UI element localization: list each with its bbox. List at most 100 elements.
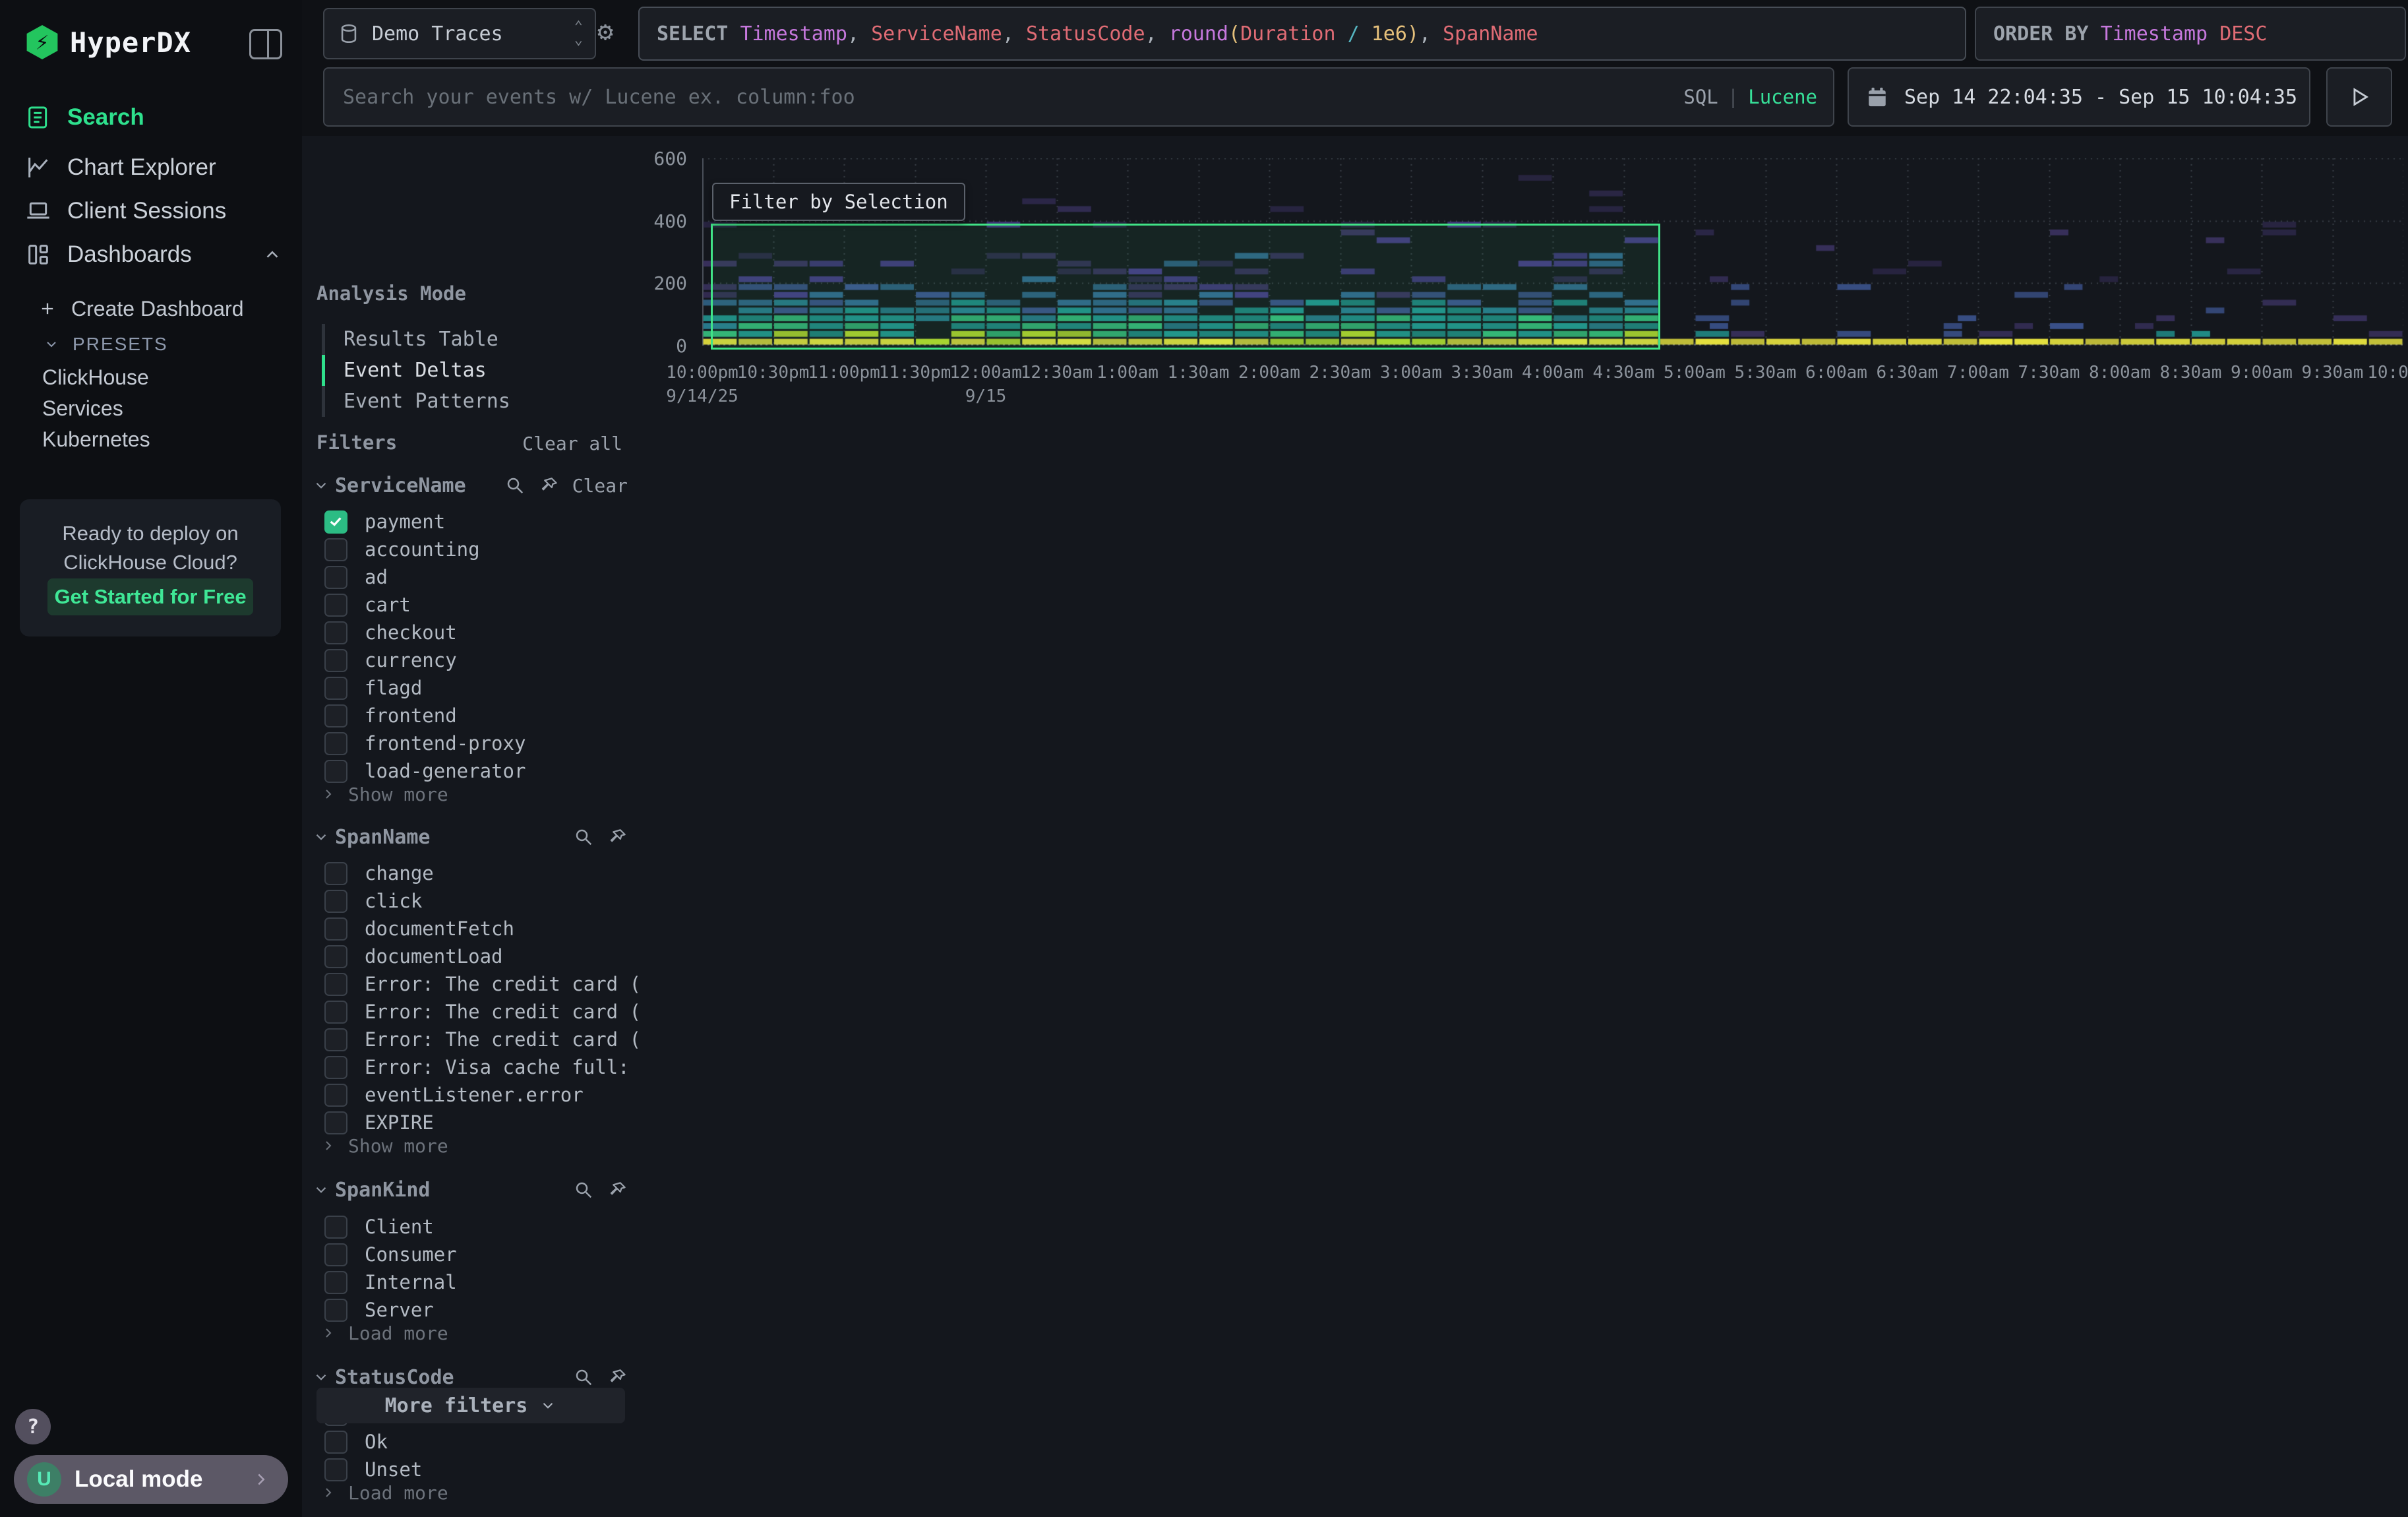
x-axis-tick-label: 4:00am (1522, 363, 1584, 383)
filter-item-error-the-credit-card-[interactable]: Error: The credit card (… (324, 998, 615, 1026)
checkbox-unchecked[interactable] (324, 917, 347, 941)
sql-select-editor[interactable]: SELECT Timestamp, ServiceName, StatusCod… (638, 7, 1966, 61)
clear-all-button[interactable]: Clear all (522, 433, 622, 454)
checkbox-unchecked[interactable] (324, 621, 347, 644)
filter-item-change[interactable]: change (324, 859, 615, 887)
show-more-link[interactable]: Show more (320, 1132, 518, 1159)
source-select-value: Demo Traces (372, 22, 503, 46)
help-button[interactable]: ? (15, 1409, 51, 1444)
filter-item-checkout[interactable]: checkout (324, 619, 615, 646)
chevron-up-icon[interactable] (262, 245, 282, 264)
filter-item-currency[interactable]: currency (324, 646, 615, 674)
user-mode-button[interactable]: U Local mode (14, 1455, 288, 1504)
checkbox-unchecked[interactable] (324, 1271, 347, 1294)
sql-toggle[interactable]: SQL (1683, 86, 1718, 108)
analysis-mode-option-event-deltas[interactable]: Event Deltas (322, 355, 612, 386)
filter-item-frontend-proxy[interactable]: frontend-proxy (324, 729, 615, 757)
checkbox-unchecked[interactable] (324, 649, 347, 672)
pin-icon[interactable] (539, 476, 559, 495)
filter-section-header-SpanKind[interactable]: SpanKind (313, 1175, 628, 1204)
filter-item-eventlistener-error[interactable]: eventListener.error (324, 1081, 615, 1109)
filter-item-documentfetch[interactable]: documentFetch (324, 915, 615, 943)
filter-item-click[interactable]: click (324, 887, 615, 915)
filter-item-ad[interactable]: ad (324, 563, 615, 591)
checkbox-unchecked[interactable] (324, 1431, 347, 1454)
checkbox-unchecked[interactable] (324, 1084, 347, 1107)
run-query-button[interactable] (2326, 67, 2392, 127)
filter-item-frontend[interactable]: frontend (324, 702, 615, 729)
load-more-link[interactable]: Load more (320, 1479, 518, 1506)
x-axis-tick-label: 8:00am (2089, 363, 2151, 383)
filter-section-header-SpanName[interactable]: SpanName (313, 822, 628, 851)
filter-item-client[interactable]: Client (324, 1213, 615, 1241)
select-chevrons-icon: ⌃⌄ (574, 20, 583, 47)
filter-item-error-the-credit-card-[interactable]: Error: The credit card (… (324, 970, 615, 998)
x-axis-tick-label: 12:30am (1021, 363, 1093, 383)
checkbox-unchecked[interactable] (324, 1001, 347, 1024)
filter-item-error-the-credit-card-[interactable]: Error: The credit card (… (324, 1026, 615, 1053)
search-icon[interactable] (505, 476, 525, 495)
sidebar-collapse-icon[interactable] (249, 29, 282, 59)
pin-icon[interactable] (608, 1367, 628, 1387)
pin-icon[interactable] (608, 1180, 628, 1200)
y-axis-tick-label: 600 (641, 148, 687, 170)
filter-by-selection-button[interactable]: Filter by Selection (712, 183, 965, 221)
checkbox-checked[interactable] (324, 511, 347, 534)
checkbox-unchecked[interactable] (324, 704, 347, 728)
show-more-link[interactable]: Show more (320, 781, 518, 807)
time-range-picker[interactable]: Sep 14 22:04:35 - Sep 15 10:04:35 (1848, 67, 2310, 127)
checkbox-unchecked[interactable] (324, 538, 347, 561)
filter-section-header-ServiceName[interactable]: ServiceNameClear (313, 471, 628, 500)
sidebar-item-create-dashboard[interactable]: Create Dashboard (0, 290, 340, 327)
promo-text: Ready to deploy onClickHouse Cloud? (20, 519, 281, 577)
language-toggle[interactable]: SQL|Lucene (1683, 86, 1817, 108)
sidebar-item-client-sessions[interactable]: Client Sessions (0, 190, 302, 232)
analysis-mode-option-event-patterns[interactable]: Event Patterns (322, 386, 612, 417)
lucene-toggle[interactable]: Lucene (1748, 86, 1817, 108)
search-icon[interactable] (574, 827, 593, 847)
checkbox-unchecked[interactable] (324, 1028, 347, 1051)
selection-rect[interactable] (711, 224, 1660, 350)
filter-item-accounting[interactable]: accounting (324, 536, 615, 563)
checkbox-unchecked[interactable] (324, 890, 347, 913)
gear-icon[interactable]: ⚙ (597, 18, 613, 45)
filter-item-cart[interactable]: cart (324, 591, 615, 619)
pin-icon[interactable] (608, 827, 628, 847)
sidebar-item-dashboards[interactable]: Dashboards (0, 233, 302, 276)
checkbox-unchecked[interactable] (324, 1458, 347, 1481)
checkbox-unchecked[interactable] (324, 732, 347, 755)
sidebar-item-presets[interactable]: PRESETS (0, 326, 346, 363)
search-input[interactable]: Search your events w/ Lucene ex. column:… (323, 67, 1834, 127)
filter-item-payment[interactable]: payment (324, 508, 615, 536)
sidebar-item-kubernetes[interactable]: Kubernetes (0, 421, 344, 458)
filter-item-consumer[interactable]: Consumer (324, 1241, 615, 1268)
checkbox-unchecked[interactable] (324, 945, 347, 968)
sidebar-item-search[interactable]: Search (0, 96, 302, 139)
checkbox-unchecked[interactable] (324, 677, 347, 700)
search-icon[interactable] (574, 1367, 593, 1387)
load-more-link[interactable]: Load more (320, 1320, 518, 1346)
checkbox-unchecked[interactable] (324, 862, 347, 885)
checkbox-unchecked[interactable] (324, 594, 347, 617)
checkbox-unchecked[interactable] (324, 1056, 347, 1079)
filter-item-documentload[interactable]: documentLoad (324, 943, 615, 970)
checkbox-unchecked[interactable] (324, 973, 347, 996)
checkbox-unchecked[interactable] (324, 1216, 347, 1239)
checkbox-unchecked[interactable] (324, 566, 347, 589)
get-started-button[interactable]: Get Started for Free (47, 578, 253, 615)
search-icon[interactable] (574, 1180, 593, 1200)
clear-filter-button[interactable]: Clear (572, 475, 628, 497)
checkbox-unchecked[interactable] (324, 1299, 347, 1322)
sidebar-item-chart-explorer[interactable]: Chart Explorer (0, 146, 302, 189)
more-filters-button[interactable]: More filters (316, 1388, 625, 1423)
filter-item-error-visa-cache-full-[interactable]: Error: Visa cache full: … (324, 1053, 615, 1081)
filter-item-internal[interactable]: Internal (324, 1268, 615, 1296)
filter-item-flagd[interactable]: flagd (324, 674, 615, 702)
checkbox-unchecked[interactable] (324, 1111, 347, 1134)
filter-item-ok[interactable]: Ok (324, 1428, 615, 1456)
order-by-editor[interactable]: ORDER BY Timestamp DESC (1975, 7, 2406, 61)
analysis-mode-option-results-table[interactable]: Results Table (322, 324, 612, 355)
checkbox-unchecked[interactable] (324, 760, 347, 783)
source-select[interactable]: Demo Traces ⌃⌄ (323, 8, 596, 59)
checkbox-unchecked[interactable] (324, 1243, 347, 1266)
